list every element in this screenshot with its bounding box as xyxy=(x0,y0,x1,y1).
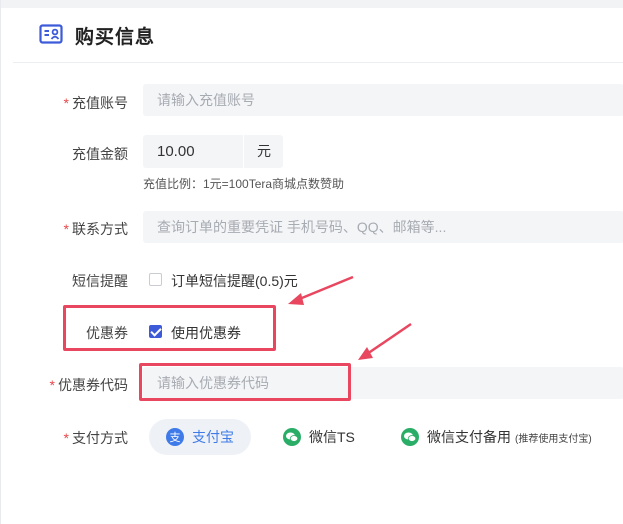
pay-option-wechat-ts[interactable]: 微信TS xyxy=(283,419,355,455)
purchase-info-panel: 购买信息 * 充值账号 请输入充值账号 充值金额 10.00 元 充值比例：1元=… xyxy=(0,0,623,524)
amount-field[interactable]: 10.00 元 xyxy=(143,135,283,168)
sms-checkbox-label[interactable]: 订单短信提醒(0.5)元 xyxy=(171,271,298,291)
account-input[interactable]: 请输入充值账号 xyxy=(143,84,623,116)
annotation-box-coupon-code xyxy=(139,363,351,401)
payment-label: * 支付方式 xyxy=(63,430,128,446)
pay-option-label: 微信支付备用 xyxy=(427,429,511,445)
svg-text:支: 支 xyxy=(170,431,181,444)
pay-option-label: 支付宝 xyxy=(192,429,234,445)
id-card-icon xyxy=(39,24,63,44)
amount-label: 充值金额 xyxy=(72,146,128,162)
top-strip xyxy=(1,0,623,8)
annotation-arrow xyxy=(358,322,412,360)
pay-option-note: (推荐使用支付宝) xyxy=(515,433,592,445)
pay-option-alipay[interactable]: 支 支付宝 xyxy=(149,419,251,455)
contact-input[interactable]: 查询订单的重要凭证 手机号码、QQ、邮箱等... xyxy=(143,211,623,243)
wechat-icon xyxy=(401,428,419,446)
sms-checkbox[interactable] xyxy=(149,273,162,286)
coupon-code-label: * 优惠券代码 xyxy=(49,377,128,393)
panel-header: 购买信息 xyxy=(13,8,623,63)
pay-option-label: 微信TS xyxy=(309,429,355,445)
amount-hint: 充值比例：1元=100Tera商城点数赞助 xyxy=(143,177,345,191)
sms-label: 短信提醒 xyxy=(72,273,128,289)
pay-option-wechat-backup[interactable]: 微信支付备用 (推荐使用支付宝) xyxy=(401,419,592,455)
account-label: * 充值账号 xyxy=(63,95,128,111)
amount-value[interactable]: 10.00 xyxy=(157,135,195,168)
amount-unit: 元 xyxy=(243,135,284,168)
required-mark: * xyxy=(63,95,69,111)
page-title: 购买信息 xyxy=(75,27,156,48)
alipay-icon: 支 xyxy=(166,428,184,446)
contact-label: * 联系方式 xyxy=(63,221,128,237)
annotation-box-coupon xyxy=(63,305,276,351)
wechat-icon xyxy=(283,428,301,446)
